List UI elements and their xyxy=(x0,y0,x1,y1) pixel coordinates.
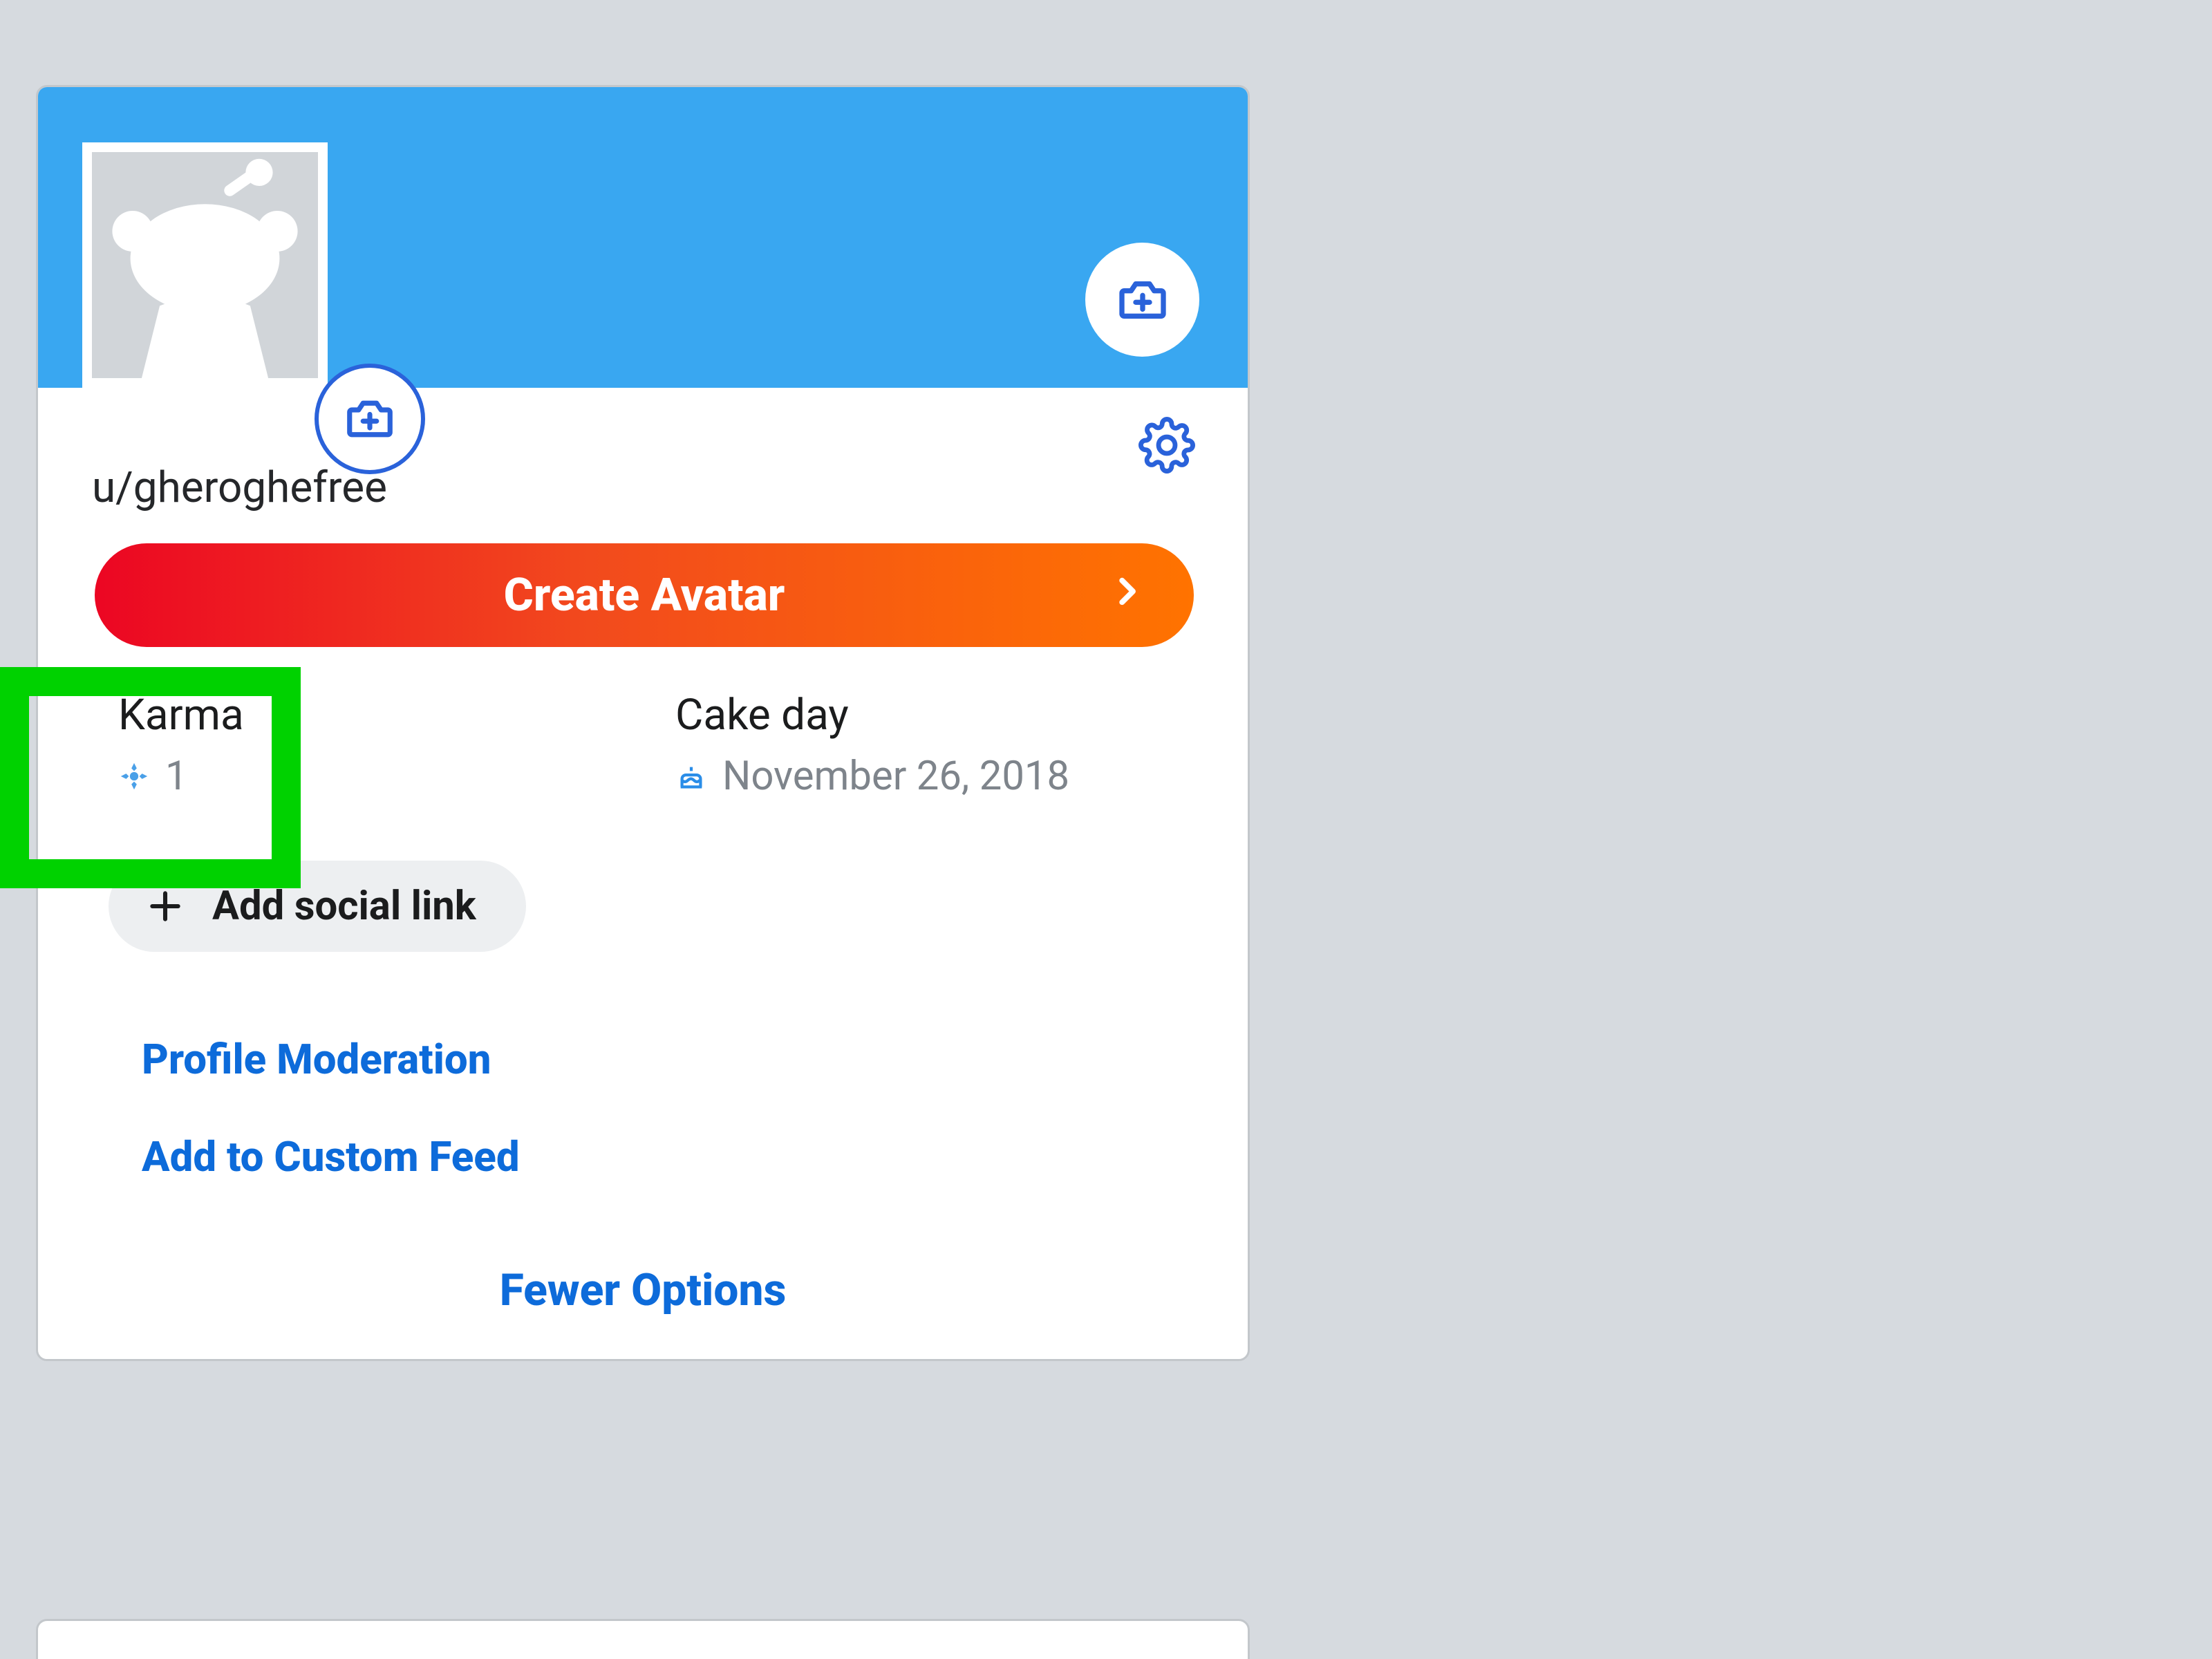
username-label: u/gheroghefree xyxy=(38,462,1248,513)
snoo-avatar-icon xyxy=(92,152,318,378)
plus-icon xyxy=(146,887,185,926)
karma-value: 1 xyxy=(165,753,188,800)
add-social-link-button[interactable]: Add social link xyxy=(109,861,526,952)
cakeday-stat: Cake day November 26, 2018 xyxy=(675,690,1069,800)
profile-card: u/gheroghefree Create Avatar Karma 1 Cak… xyxy=(36,85,1250,1361)
upload-banner-button[interactable] xyxy=(1085,243,1199,357)
next-card-peek xyxy=(36,1619,1250,1659)
camera-plus-icon xyxy=(343,392,397,446)
add-to-custom-feed-link[interactable]: Add to Custom Feed xyxy=(142,1132,1248,1181)
cakeday-value: November 26, 2018 xyxy=(722,753,1069,800)
fewer-options-toggle[interactable]: Fewer Options xyxy=(38,1264,1248,1316)
karma-stat: Karma 1 xyxy=(118,690,616,800)
settings-button[interactable] xyxy=(1129,407,1205,483)
create-avatar-label: Create Avatar xyxy=(504,569,785,622)
profile-moderation-link[interactable]: Profile Moderation xyxy=(142,1035,1248,1084)
add-social-link-label: Add social link xyxy=(212,883,476,930)
stats-row: Karma 1 Cake day November 26, 2018 xyxy=(38,690,1248,800)
upload-avatar-button[interactable] xyxy=(315,364,425,474)
social-links-section: Add social link xyxy=(109,861,1248,952)
profile-banner xyxy=(38,87,1248,388)
create-avatar-button[interactable]: Create Avatar xyxy=(95,543,1194,647)
profile-links: Profile Moderation Add to Custom Feed xyxy=(142,1035,1248,1230)
page-background: u/gheroghefree Create Avatar Karma 1 Cak… xyxy=(0,0,2212,1659)
cakeday-label: Cake day xyxy=(675,690,1069,740)
avatar-placeholder xyxy=(82,142,328,388)
camera-plus-icon xyxy=(1115,272,1170,328)
chevron-right-icon xyxy=(1108,569,1145,622)
gear-icon xyxy=(1138,417,1195,474)
cake-icon xyxy=(675,760,707,792)
karma-icon xyxy=(118,760,150,792)
karma-label: Karma xyxy=(118,690,616,740)
